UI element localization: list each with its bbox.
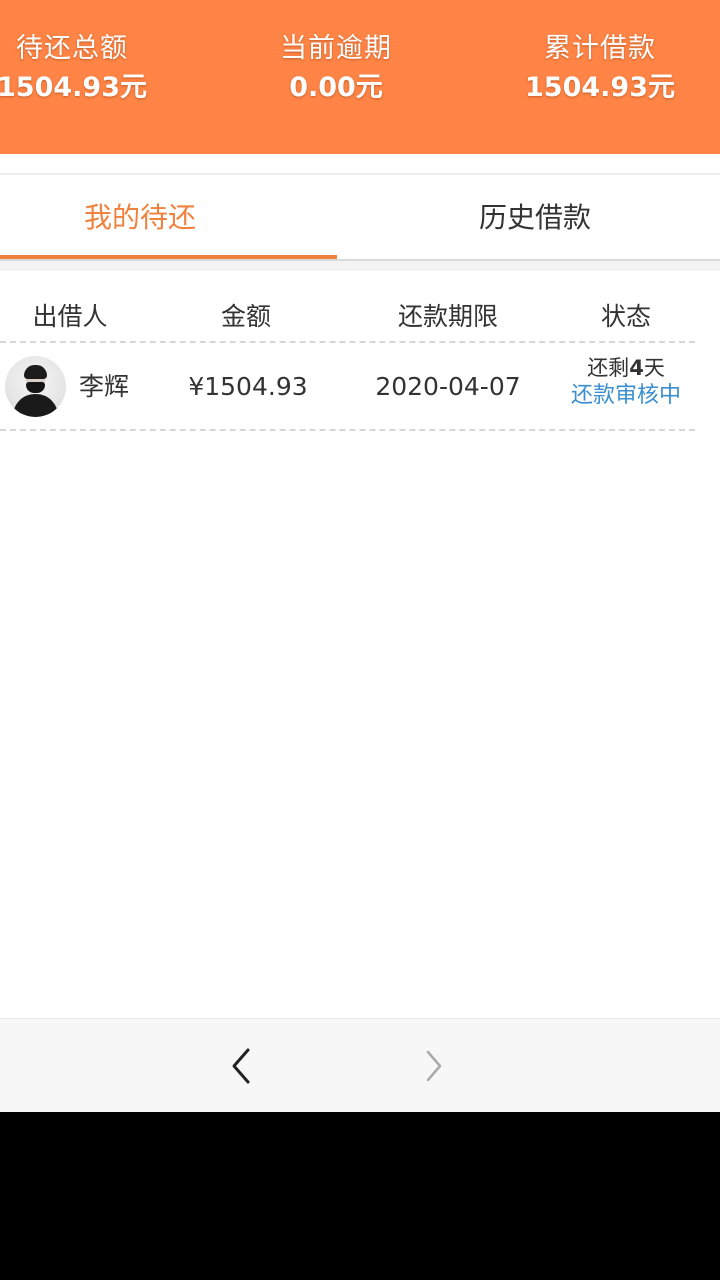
column-header-deadline: 还款期限 — [397, 302, 498, 331]
tab-borrow-history[interactable]: 历史借款 — [360, 175, 710, 260]
divider — [0, 429, 695, 431]
column-header-status: 状态 — [600, 302, 651, 331]
table-row[interactable]: 李辉 ¥1504.93 2020-04-07 还剩4天 还款审核中 — [0, 343, 695, 429]
chevron-left-icon — [232, 1048, 250, 1084]
tab-my-pending[interactable]: 我的待还 — [0, 175, 280, 260]
days-remaining-count: 4 — [629, 356, 644, 380]
days-remaining: 还剩4天 — [556, 355, 696, 382]
spacer — [0, 261, 720, 271]
cumulative-borrowing: 累计借款 1504.93元 — [520, 30, 680, 108]
tab-bar: 我的待还 历史借款 — [0, 175, 720, 260]
column-header-amount: 金额 — [220, 302, 271, 331]
page: 待还总额 1504.93元 当前逾期 0.00元 累计借款 1504.93元 我… — [0, 0, 720, 1280]
avatar-hair-shape — [24, 365, 47, 379]
review-status-link[interactable]: 还款审核中 — [556, 382, 696, 410]
browser-nav-bar — [0, 1018, 720, 1113]
pending-total: 待还总额 1504.93元 — [0, 30, 152, 108]
loan-amount: ¥1504.93 — [188, 372, 308, 401]
forward-button[interactable] — [414, 1046, 454, 1086]
summary-header: 待还总额 1504.93元 当前逾期 0.00元 累计借款 1504.93元 — [0, 0, 720, 154]
days-remaining-suffix: 天 — [643, 356, 665, 380]
system-bottom-area — [0, 1112, 720, 1280]
overdue-value: 0.00元 — [289, 72, 383, 103]
spacer — [0, 154, 720, 174]
column-header-lender: 出借人 — [32, 302, 108, 331]
chevron-right-icon — [426, 1050, 442, 1082]
overdue: 当前逾期 0.00元 — [256, 30, 416, 108]
overdue-label: 当前逾期 — [280, 33, 392, 64]
status-cell: 还剩4天 还款审核中 — [556, 355, 696, 410]
lender-name: 李辉 — [79, 372, 130, 401]
pending-total-value: 1504.93元 — [0, 72, 147, 103]
avatar — [5, 356, 66, 417]
cumulative-label: 累计借款 — [544, 33, 656, 64]
back-button[interactable] — [222, 1046, 262, 1086]
pending-total-label: 待还总额 — [16, 33, 128, 64]
avatar-body-shape — [13, 394, 58, 417]
cumulative-value: 1504.93元 — [525, 72, 675, 103]
avatar-mask-shape — [26, 382, 45, 393]
days-remaining-prefix: 还剩 — [587, 356, 630, 380]
repayment-deadline: 2020-04-07 — [375, 372, 521, 401]
